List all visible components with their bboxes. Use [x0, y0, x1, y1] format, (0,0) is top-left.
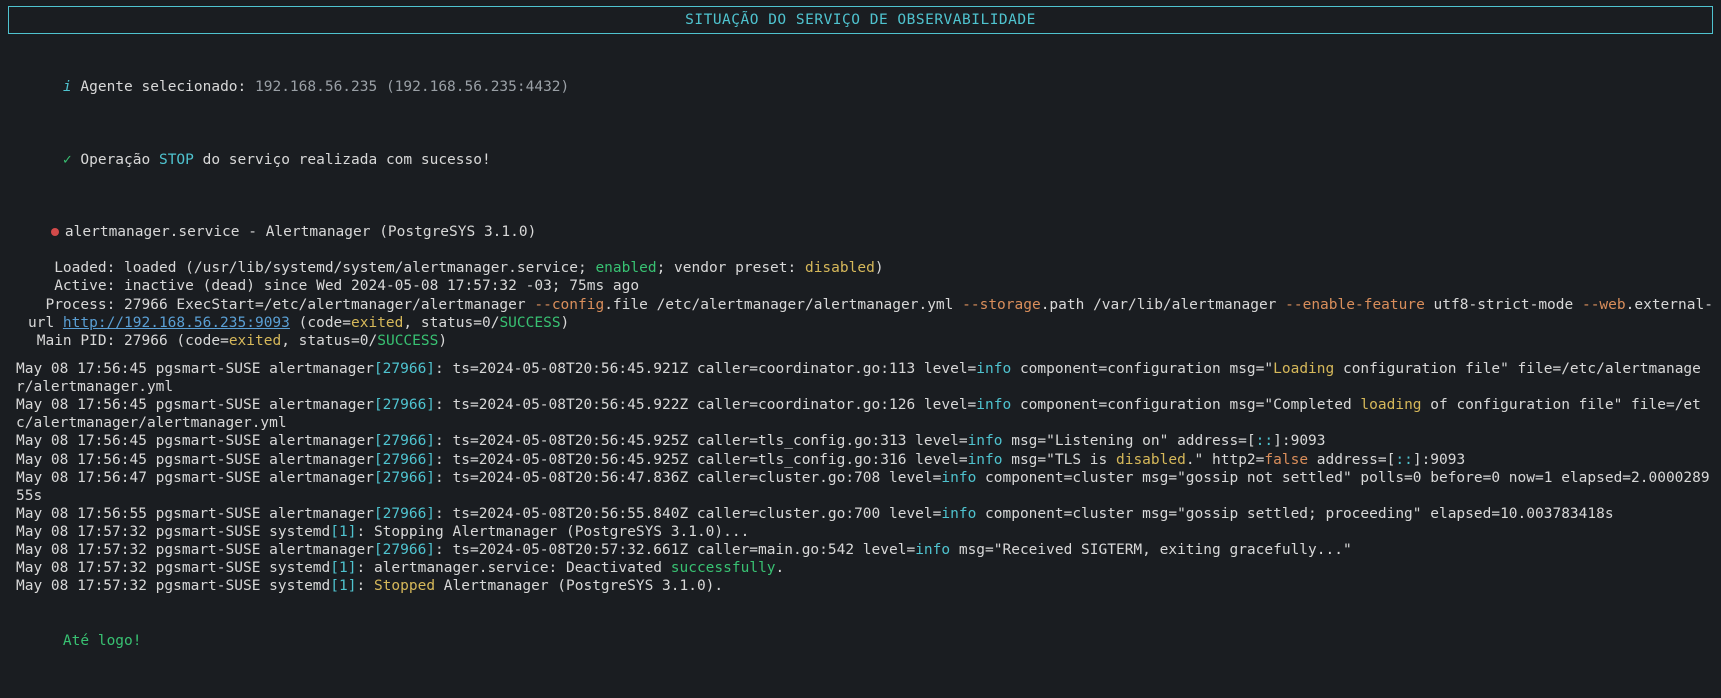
service-name: alertmanager.service - Alertmanager (Pos…: [65, 224, 536, 240]
terminal-screen: SITUAÇÃO DO SERVIÇO DE OBSERVABILIDADE i…: [0, 0, 1721, 698]
info-icon: i: [63, 79, 80, 95]
active-line: Active: inactive (dead) since Wed 2024-0…: [8, 277, 1713, 295]
log-line: May 08 17:56:45 pgsmart-SUSE alertmanage…: [8, 451, 1713, 469]
op-name: STOP: [159, 152, 194, 168]
log-line: May 08 17:56:47 pgsmart-SUSE alertmanage…: [8, 469, 1713, 505]
log-line: May 08 17:56:45 pgsmart-SUSE alertmanage…: [8, 396, 1713, 432]
log-line: May 08 17:57:32 pgsmart-SUSE systemd[1]:…: [8, 523, 1713, 541]
check-icon: ✓: [63, 152, 80, 168]
journal-log: May 08 17:56:45 pgsmart-SUSE alertmanage…: [8, 360, 1713, 596]
loaded-line: Loaded: loaded (/usr/lib/systemd/system/…: [8, 259, 1713, 277]
log-line: May 08 17:56:55 pgsmart-SUSE alertmanage…: [8, 505, 1713, 523]
goodbye-text: Até logo!: [63, 633, 142, 649]
log-line: May 08 17:57:32 pgsmart-SUSE systemd[1]:…: [8, 559, 1713, 577]
log-line: May 08 17:57:32 pgsmart-SUSE alertmanage…: [8, 541, 1713, 559]
title-box: SITUAÇÃO DO SERVIÇO DE OBSERVABILIDADE: [8, 6, 1713, 34]
process-line: Process: 27966 ExecStart=/etc/alertmanag…: [8, 296, 1713, 332]
agent-line: i Agente selecionado: 192.168.56.235 (19…: [8, 60, 1713, 114]
log-line: May 08 17:57:32 pgsmart-SUSE systemd[1]:…: [8, 577, 1713, 595]
agent-label: Agente selecionado:: [80, 79, 255, 95]
mainpid-line: Main PID: 27966 (code=exited, status=0/S…: [8, 332, 1713, 350]
op-result-line: ✓ Operação STOP do serviço realizada com…: [8, 133, 1713, 187]
page-title: SITUAÇÃO DO SERVIÇO DE OBSERVABILIDADE: [685, 12, 1036, 28]
goodbye-line: Até logo!: [8, 614, 1713, 668]
log-line: May 08 17:56:45 pgsmart-SUSE alertmanage…: [8, 360, 1713, 396]
status-dot-icon: [51, 228, 59, 236]
external-url-link[interactable]: http://192.168.56.235:9093: [63, 315, 290, 331]
log-line: May 08 17:56:45 pgsmart-SUSE alertmanage…: [8, 432, 1713, 450]
agent-value: 192.168.56.235 (192.168.56.235:4432): [255, 79, 569, 95]
service-header-line: alertmanager.service - Alertmanager (Pos…: [8, 205, 1713, 259]
